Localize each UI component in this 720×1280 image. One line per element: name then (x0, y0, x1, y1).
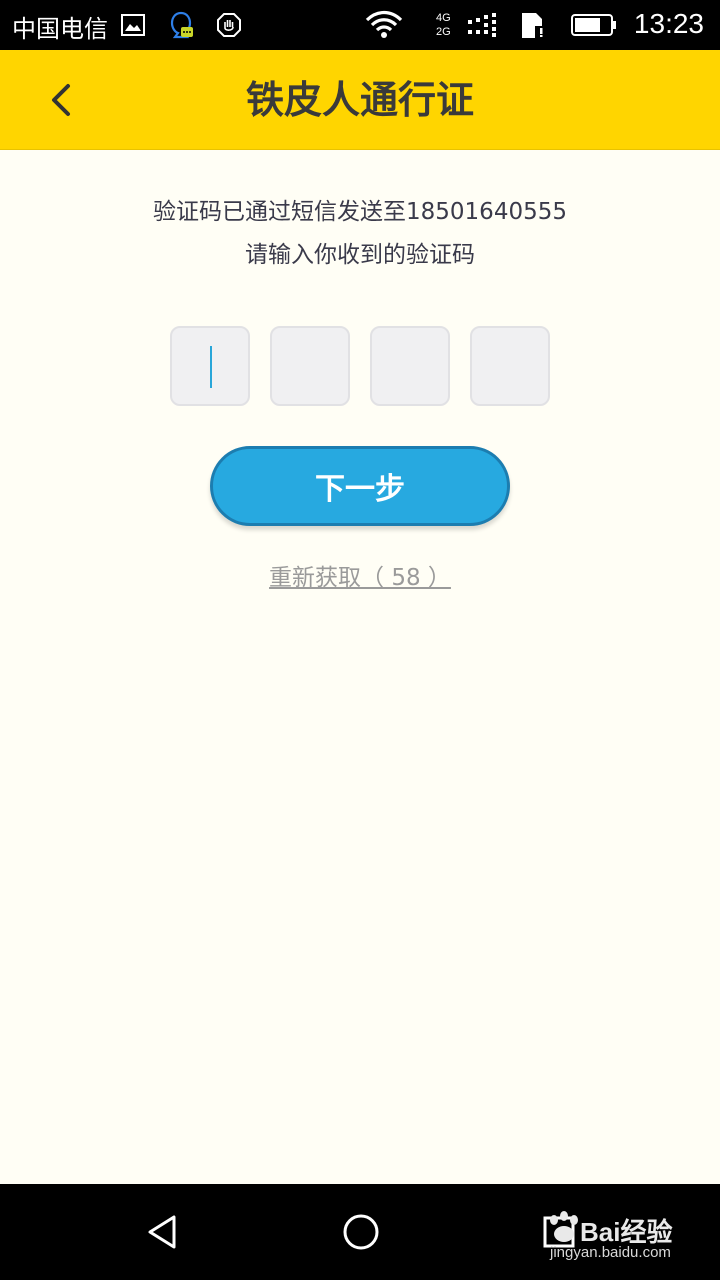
clock: 13:23 (633, 8, 704, 39)
nav-home-button[interactable] (331, 1202, 391, 1262)
next-button[interactable]: 下一步 (210, 446, 510, 526)
battery-icon (570, 10, 618, 40)
baidu-jingyan-watermark: Bai经验 jingyan.baidu.com (540, 1208, 720, 1274)
code-input-3[interactable] (370, 326, 450, 406)
text-cursor (210, 346, 212, 388)
network-2g-label: 2G (436, 26, 451, 38)
code-input-4[interactable] (470, 326, 550, 406)
home-circle-icon (343, 1214, 379, 1250)
gallery-icon (120, 10, 146, 40)
page-title: 铁皮人通行证 (245, 78, 474, 122)
hand-icon (216, 10, 242, 40)
status-bar: 中国电信 4G 2G 13:23 (0, 0, 720, 50)
nav-back-button[interactable] (133, 1202, 193, 1262)
chevron-left-icon (52, 84, 70, 116)
code-input-2[interactable] (270, 326, 350, 406)
back-triangle-icon (148, 1215, 176, 1249)
network-type-label: 4G 2G (436, 11, 451, 39)
carrier-label: 中国电信 (12, 15, 108, 43)
qq-icon (166, 10, 196, 40)
network-4g-label: 4G (436, 12, 451, 24)
wifi-icon (364, 10, 404, 40)
resend-code-link[interactable]: 重新获取（ 58 ） (269, 565, 451, 591)
signal-icon (466, 10, 500, 40)
app-header: 铁皮人通行证 (0, 50, 720, 150)
sim-card-icon (518, 10, 550, 40)
baidu-paw-icon (550, 1211, 578, 1242)
sms-sent-message: 验证码已通过短信发送至18501640555 (153, 199, 567, 225)
code-input-1[interactable] (170, 326, 250, 406)
enter-code-instruction: 请输入你收到的验证码 (245, 242, 475, 268)
back-button[interactable] (30, 72, 90, 128)
watermark-url: jingyan.baidu.com (550, 1244, 671, 1261)
resend-container: 重新获取（ 58 ） (0, 558, 720, 592)
